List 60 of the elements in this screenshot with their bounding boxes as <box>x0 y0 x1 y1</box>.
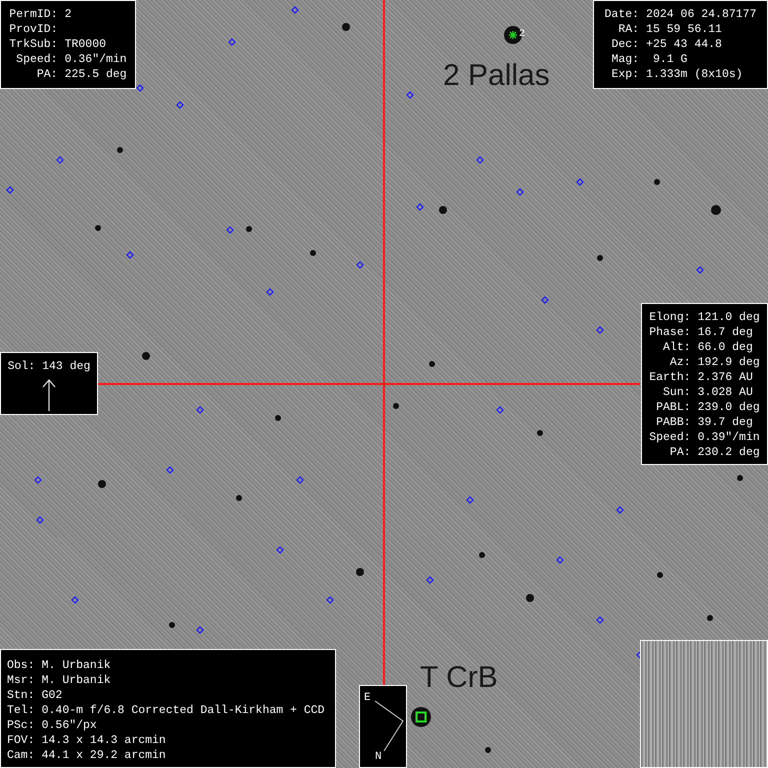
field-label: Sun: <box>662 385 691 400</box>
field-label: Elong: <box>648 310 691 325</box>
field-label: Earth: <box>648 370 691 385</box>
field-label: PABB: <box>655 415 691 430</box>
field-label: Az: <box>668 355 691 370</box>
field-label: Date: <box>604 7 640 22</box>
field-value: 121.0 deg <box>698 310 761 325</box>
field-label: PA: <box>36 67 58 82</box>
field-value: 14.3 x 14.3 arcmin <box>42 733 167 748</box>
field-value: +25 43 44.8 <box>646 37 723 52</box>
field-value: 192.9 deg <box>698 355 761 370</box>
field-label: Obs: <box>7 658 35 673</box>
field-value: 2.376 AU <box>698 370 754 385</box>
field-label: Cam: <box>7 748 35 763</box>
field-label: PermID: <box>8 7 58 22</box>
north-label: N <box>375 751 382 763</box>
field-value: 2 <box>64 7 72 22</box>
variable-star-marker-icon <box>410 706 432 728</box>
field-value: 44.1 x 29.2 arcmin <box>42 748 167 763</box>
field-value: 0.39"/min <box>698 430 761 445</box>
field-label: TrkSub: <box>8 37 58 52</box>
field-value: G02 <box>42 688 64 703</box>
field-value: 0.56"/px <box>42 718 98 733</box>
field-value: 39.7 deg <box>698 415 754 430</box>
field-label: Dec: <box>610 37 640 52</box>
object-label: T CrB <box>420 660 498 696</box>
field-label: PABL: <box>655 400 691 415</box>
field-value: TR0000 <box>64 37 108 52</box>
sun-angle-label: Sol: 143 deg <box>8 359 90 374</box>
field-value: M. Urbanik <box>42 673 112 688</box>
field-value: 3.028 AU <box>698 385 754 400</box>
field-label: FOV: <box>7 733 35 748</box>
field-value: M. Urbanik <box>42 658 112 673</box>
east-label: E <box>364 692 371 704</box>
field-label: Speed: <box>15 52 58 67</box>
sun-direction-arrow-icon <box>42 378 56 412</box>
field-label: PSc: <box>7 718 35 733</box>
field-label: Msr: <box>7 673 35 688</box>
field-label: Mag: <box>610 52 640 67</box>
field-value: 15 59 56.11 <box>646 22 723 37</box>
field-label: Alt: <box>662 340 691 355</box>
field-label: Exp: <box>610 67 640 82</box>
field-label: PA: <box>668 445 691 460</box>
field-value: 9.1 G <box>652 52 688 67</box>
field-value: 239.0 deg <box>698 400 761 415</box>
field-label: Stn: <box>7 688 35 703</box>
field-value: 2024 06 24.87177 <box>646 7 758 22</box>
field-label: RA: <box>617 22 640 37</box>
field-label: Tel: <box>7 703 35 718</box>
field-value: 230.2 deg <box>698 445 761 460</box>
object-label: 2 Pallas <box>443 58 550 94</box>
field-label: ProvID: <box>8 22 58 37</box>
field-label: Speed: <box>648 430 691 445</box>
field-value: 1.333m (8x10s) <box>646 67 744 82</box>
field-value: 0.40-m f/6.8 Corrected Dall-Kirkham + CCD <box>42 703 326 718</box>
field-value: 66.0 deg <box>698 340 754 355</box>
field-label: Phase: <box>648 325 691 340</box>
field-value: 16.7 deg <box>698 325 754 340</box>
field-value: 0.36"/min <box>64 52 128 67</box>
field-value: 225.5 deg <box>64 67 128 82</box>
